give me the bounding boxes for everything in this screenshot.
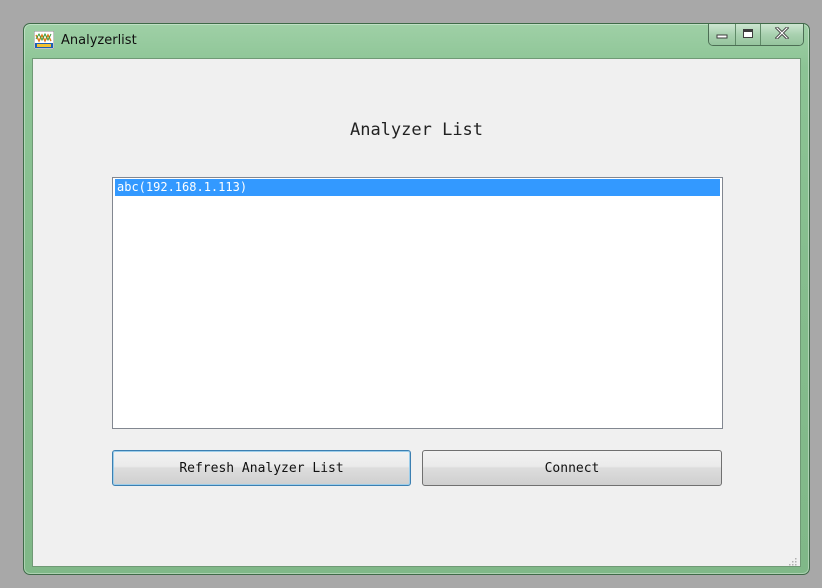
analyzer-list-title: Analyzer List <box>349 120 484 140</box>
analyzerlist-window: Analyzerlist Analyzer List abc(192.168.1… <box>23 23 810 575</box>
minimize-icon <box>716 26 728 44</box>
refresh-analyzer-list-button[interactable]: Refresh Analyzer List <box>112 450 411 486</box>
maximize-button[interactable] <box>735 24 760 45</box>
close-button[interactable] <box>760 24 803 45</box>
window-client-area: Analyzer List abc(192.168.1.113) Refresh… <box>32 58 801 567</box>
minimize-button[interactable] <box>709 24 735 45</box>
window-title: Analyzerlist <box>61 33 137 48</box>
title-bar[interactable]: Analyzerlist <box>24 24 809 58</box>
analyzer-listbox[interactable]: abc(192.168.1.113) <box>112 177 723 429</box>
close-icon <box>774 25 790 44</box>
list-item[interactable]: abc(192.168.1.113) <box>115 179 720 196</box>
maximize-icon <box>742 26 754 44</box>
connect-button[interactable]: Connect <box>422 450 722 486</box>
resize-grip-icon[interactable] <box>787 553 797 566</box>
caption-buttons <box>708 24 804 46</box>
analyzer-app-icon <box>33 30 55 50</box>
